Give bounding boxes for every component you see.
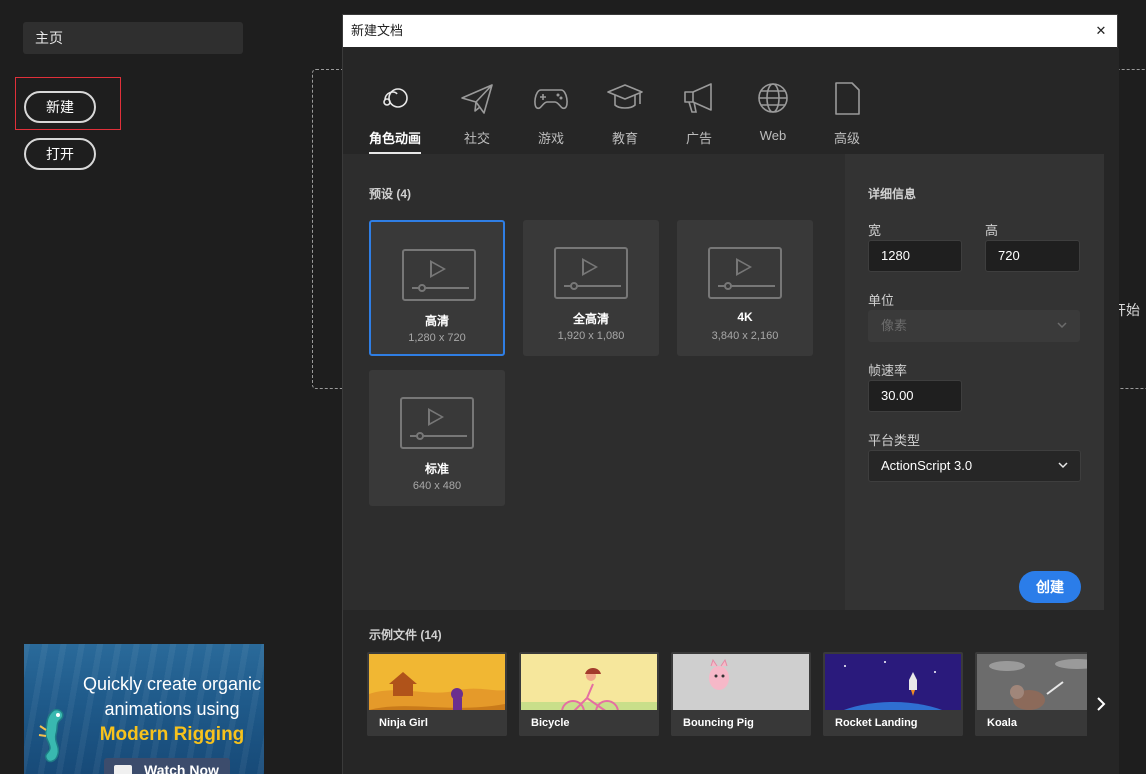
tab-label: 教育 [611,131,638,146]
home-tab[interactable]: 主页 [23,22,243,54]
framerate-input[interactable]: 30.00 [868,380,962,412]
samples-row: Ninja Girl Bicycle Bouncing Pig Rocket L… [367,652,1087,736]
height-input[interactable]: 720 [985,240,1080,272]
megaphone-icon [684,83,712,113]
presets-panel: 预设 (4) 高清 1,280 x 720 全高清 1,920 x 1,080 … [343,154,845,610]
preset-name: 标准 [424,462,449,476]
tab-games[interactable]: 游戏 [521,78,581,158]
tab-advertising[interactable]: 广告 [669,78,729,158]
promo-line-2: animations using [104,699,240,719]
dialog-title: 新建文档 [351,23,404,38]
preset-card-hd[interactable]: 高清 1,280 x 720 [369,220,505,356]
open-button[interactable]: 打开 [24,138,96,170]
framerate-label: 帧速率 [868,363,908,378]
preset-name: 全高清 [572,312,609,326]
video-preview-icon [708,247,782,299]
video-icon [114,765,132,774]
sample-name: Bicycle [519,710,659,736]
preset-name: 4K [737,310,753,324]
dialog-titlebar: 新建文档 ✕ [343,15,1117,47]
sample-name: Bouncing Pig [671,710,811,736]
tab-character-animation[interactable]: 角色动画 [365,78,425,158]
video-preview-icon [400,397,474,449]
sample-bouncing-pig[interactable]: Bouncing Pig [671,652,811,736]
new-button[interactable]: 新建 [24,91,96,123]
units-value: 像素 [881,318,908,333]
graduation-cap-icon [607,84,643,109]
sample-rocket-landing[interactable]: Rocket Landing [823,652,963,736]
promo-banner[interactable]: Quickly create organic animations using … [24,644,264,774]
presets-heading: 预设 (4) [369,187,412,201]
sample-name: Koala [975,710,1087,736]
units-select[interactable]: 像素 [868,310,1080,342]
paper-plane-icon [461,84,493,114]
units-label: 单位 [868,293,895,308]
preset-size: 640 x 480 [412,480,462,492]
globe-icon [758,83,788,113]
tab-education[interactable]: 教育 [595,78,655,158]
tab-label: 广告 [685,131,712,146]
video-preview-icon [554,247,628,299]
tab-web[interactable]: Web [743,78,803,158]
preset-size: 1,920 x 1,080 [557,330,625,342]
sample-koala[interactable]: Koala [975,652,1087,736]
sample-name: Ninja Girl [367,710,507,736]
chevron-right-icon[interactable] [1093,696,1109,712]
chevron-down-icon [1058,462,1068,469]
character-animation-icon [383,88,408,108]
width-input[interactable]: 1280 [868,240,962,272]
tab-label: 游戏 [537,131,564,146]
gamepad-icon [534,89,568,110]
preset-card-4k[interactable]: 4K 3,840 x 2,160 [677,220,813,356]
preset-size: 3,840 x 2,160 [711,330,779,342]
preset-size: 1,280 x 720 [408,332,466,344]
new-document-dialog: 新建文档 ✕ 角色动画 社交 游戏 教育 广告 Web 高级 预设 (4) 高清… [342,14,1119,774]
video-preview-icon [402,249,476,301]
platform-value: ActionScript 3.0 [881,458,973,473]
tab-label: 社交 [463,131,490,146]
tab-advanced[interactable]: 高级 [817,78,877,158]
sample-ninja-girl[interactable]: Ninja Girl [367,652,507,736]
details-panel: 详细信息 宽 1280 高 720 单位 像素 帧速率 30.00 平台类型 A… [845,154,1104,610]
platform-select[interactable]: ActionScript 3.0 [868,450,1081,482]
seahorse-illustration [38,708,64,763]
tab-social[interactable]: 社交 [447,78,507,158]
preset-card-standard[interactable]: 标准 640 x 480 [369,370,505,506]
dialog-body: 角色动画 社交 游戏 教育 广告 Web 高级 预设 (4) 高清 1,280 … [343,48,1119,774]
height-label: 高 [985,223,999,238]
create-button[interactable]: 创建 [1019,571,1081,603]
chevron-down-icon [1057,322,1067,329]
details-heading: 详细信息 [868,187,917,201]
document-icon [835,82,860,115]
sample-name: Rocket Landing [823,710,963,736]
preset-name: 高清 [424,314,449,328]
watch-now-button[interactable]: Watch Now [104,758,230,774]
promo-line-3: Modern Rigging [99,724,245,745]
preset-card-full-hd[interactable]: 全高清 1,920 x 1,080 [523,220,659,356]
close-icon[interactable]: ✕ [1085,15,1117,47]
tab-label: Web [759,128,787,143]
sample-bicycle[interactable]: Bicycle [519,652,659,736]
width-label: 宽 [868,223,882,238]
platform-label: 平台类型 [868,433,921,448]
tab-label: 角色动画 [368,131,421,146]
promo-line-1: Quickly create organic [82,674,262,694]
watch-now-label: Watch Now [144,762,219,774]
tab-label: 高级 [833,131,860,146]
samples-heading: 示例文件 (14) [369,628,442,642]
